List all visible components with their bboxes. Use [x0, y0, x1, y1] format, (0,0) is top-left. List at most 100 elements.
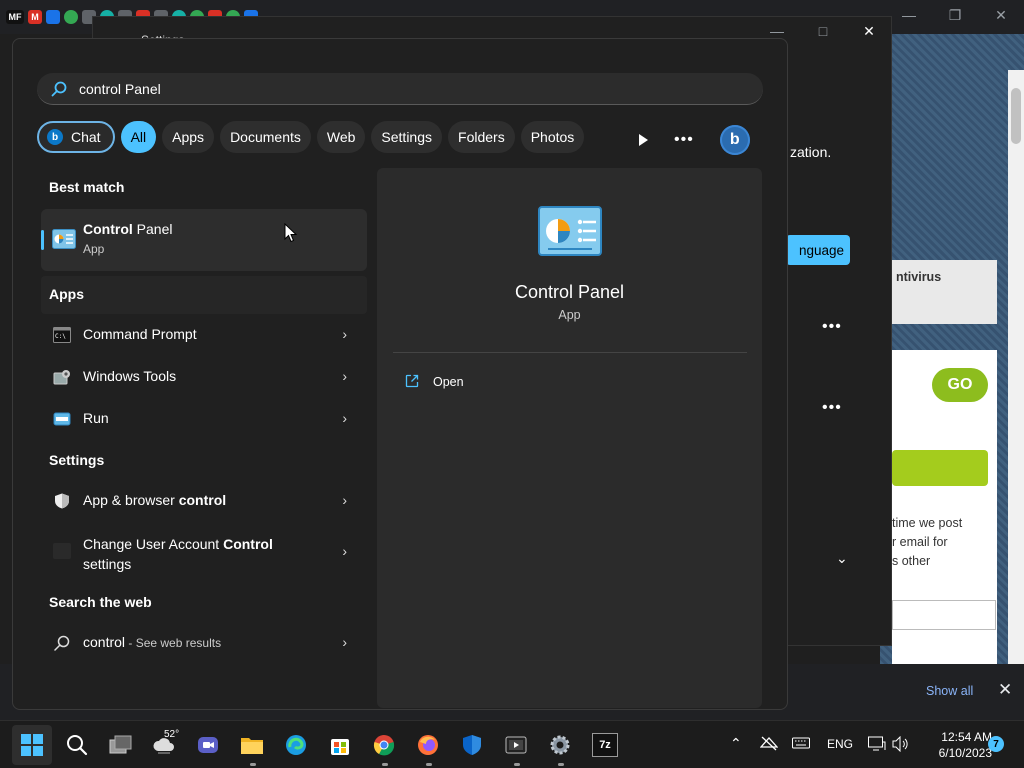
email-input[interactable] [892, 600, 996, 630]
browser-minimize-icon[interactable]: — [886, 0, 932, 30]
expand-chevron-icon[interactable]: ⌄ [836, 550, 848, 567]
volume-icon[interactable] [892, 735, 910, 755]
uac-settings-icon [53, 543, 71, 559]
label-part: Change User Account [83, 536, 224, 552]
settings-maximize-icon[interactable]: □ [800, 16, 846, 46]
chevron-right-icon[interactable]: › [342, 326, 347, 342]
bing-chat-icon: b [47, 129, 63, 145]
defender-shield-icon[interactable] [460, 733, 484, 757]
filter-web[interactable]: Web [316, 121, 366, 153]
video-editor-icon[interactable] [504, 733, 528, 757]
language-button[interactable]: nguage [786, 235, 850, 265]
result-preview-pane: Control Panel App Open [377, 168, 762, 708]
title-match: Control [83, 221, 133, 237]
label-part: App & browser [83, 492, 179, 508]
clock-date: 6/10/2023 [938, 746, 992, 760]
apps-section-header[interactable] [41, 276, 367, 314]
chrome-icon[interactable] [372, 733, 396, 757]
more-options-icon[interactable]: ••• [822, 318, 842, 336]
go-button[interactable]: GO [932, 368, 988, 402]
result-app-browser-control[interactable]: App & browser control › [41, 481, 367, 521]
title-rest: Panel [132, 221, 173, 237]
tab-favicon[interactable] [46, 10, 60, 24]
shield-icon [55, 493, 69, 509]
settings-gear-icon[interactable] [548, 733, 572, 757]
subscribe-banner[interactable] [892, 450, 988, 486]
running-indicator [382, 763, 388, 766]
label-part: settings [83, 556, 132, 572]
best-match-title: Control Panel [83, 221, 172, 237]
best-match-subtitle: App [83, 242, 105, 256]
taskbar-search-icon[interactable] [65, 733, 89, 757]
open-action[interactable]: Open [433, 375, 464, 389]
notification-badge[interactable]: 7 [988, 736, 1004, 752]
selection-accent [41, 230, 44, 250]
result-windows-tools[interactable]: Windows Tools › [41, 357, 367, 397]
browser-close-icon[interactable]: ✕ [978, 0, 1024, 30]
display-icon[interactable] [868, 736, 886, 755]
search-input[interactable]: control Panel [37, 73, 763, 105]
browser-restore-icon[interactable]: ❐ [932, 0, 978, 30]
best-match-control-panel[interactable]: Control Panel App [41, 209, 367, 271]
result-web-search[interactable]: control - See web results › [41, 623, 367, 663]
tab-favicon-mf[interactable]: MF [6, 10, 24, 24]
filter-label: Chat [71, 129, 101, 145]
chevron-right-icon[interactable]: › [342, 410, 347, 426]
filter-photos[interactable]: Photos [520, 121, 585, 153]
antivirus-tab[interactable]: ntivirus [892, 260, 997, 324]
search-query[interactable]: control Panel [79, 81, 161, 97]
bing-icon[interactable]: b [719, 125, 750, 155]
page-scrollbar[interactable] [1008, 70, 1024, 664]
show-all-link[interactable]: Show all [926, 684, 973, 698]
control-panel-icon [52, 229, 76, 249]
clock-time: 12:54 AM [941, 730, 992, 744]
teams-chat-icon[interactable] [196, 733, 220, 757]
more-options-icon[interactable]: ••• [674, 131, 694, 149]
more-filters-play-icon[interactable] [639, 134, 648, 146]
edge-icon[interactable] [284, 733, 308, 757]
task-view-icon[interactable] [109, 733, 133, 757]
best-match-heading: Best match [49, 179, 125, 195]
result-label: App & browser control [83, 492, 226, 508]
result-user-account-control[interactable]: Change User Account Control settings › [41, 529, 367, 575]
filter-settings[interactable]: Settings [371, 121, 443, 153]
tab-favicon[interactable] [64, 10, 78, 24]
chevron-right-icon[interactable]: › [342, 543, 347, 559]
more-options-icon[interactable]: ••• [822, 399, 842, 417]
chevron-right-icon[interactable]: › [342, 492, 347, 508]
show-hidden-icons-chevron-icon[interactable]: ⌃ [730, 735, 742, 752]
chevron-right-icon[interactable]: › [342, 368, 347, 384]
settings-heading: Settings [49, 452, 105, 468]
result-run[interactable]: Run › [41, 399, 367, 439]
filter-actions: ••• b [639, 125, 750, 155]
input-language-indicator[interactable]: ENG [827, 737, 853, 751]
command-prompt-icon: C:\ [53, 327, 71, 343]
microsoft-store-icon[interactable] [328, 733, 352, 757]
settings-close-icon[interactable]: ✕ [846, 16, 892, 46]
open-external-icon[interactable] [405, 374, 419, 388]
result-command-prompt[interactable]: C:\ Command Prompt › [41, 315, 367, 355]
network-status-icon[interactable] [759, 735, 779, 754]
filter-all[interactable]: All [120, 121, 157, 153]
taskbar-clock[interactable]: 12:54 AM 6/10/2023 [916, 729, 992, 761]
keyboard-icon[interactable] [792, 736, 810, 753]
newsletter-line: time we post [892, 516, 963, 530]
chevron-right-icon[interactable]: › [342, 634, 347, 650]
filter-documents[interactable]: Documents [220, 121, 311, 153]
result-label: Run [83, 410, 109, 426]
running-indicator [250, 763, 256, 766]
filter-apps[interactable]: Apps [162, 121, 215, 153]
file-explorer-icon[interactable] [240, 733, 264, 757]
search-icon [51, 81, 67, 96]
tab-favicon-gmail[interactable]: M [28, 10, 42, 24]
7zip-icon[interactable]: 7z [592, 733, 618, 757]
filter-chat[interactable]: b Chat [37, 121, 115, 153]
start-search-panel: control Panel b Chat All Apps Documents … [12, 38, 788, 710]
filter-folders[interactable]: Folders [448, 121, 515, 153]
windows-start-icon[interactable] [20, 733, 44, 757]
search-filter-bar: b Chat All Apps Documents Web Settings F… [37, 121, 585, 153]
page-scroll-thumb[interactable] [1011, 88, 1021, 144]
download-bar-close-icon[interactable]: ✕ [998, 680, 1012, 700]
firefox-icon[interactable] [416, 733, 440, 757]
apps-heading: Apps [49, 286, 84, 302]
